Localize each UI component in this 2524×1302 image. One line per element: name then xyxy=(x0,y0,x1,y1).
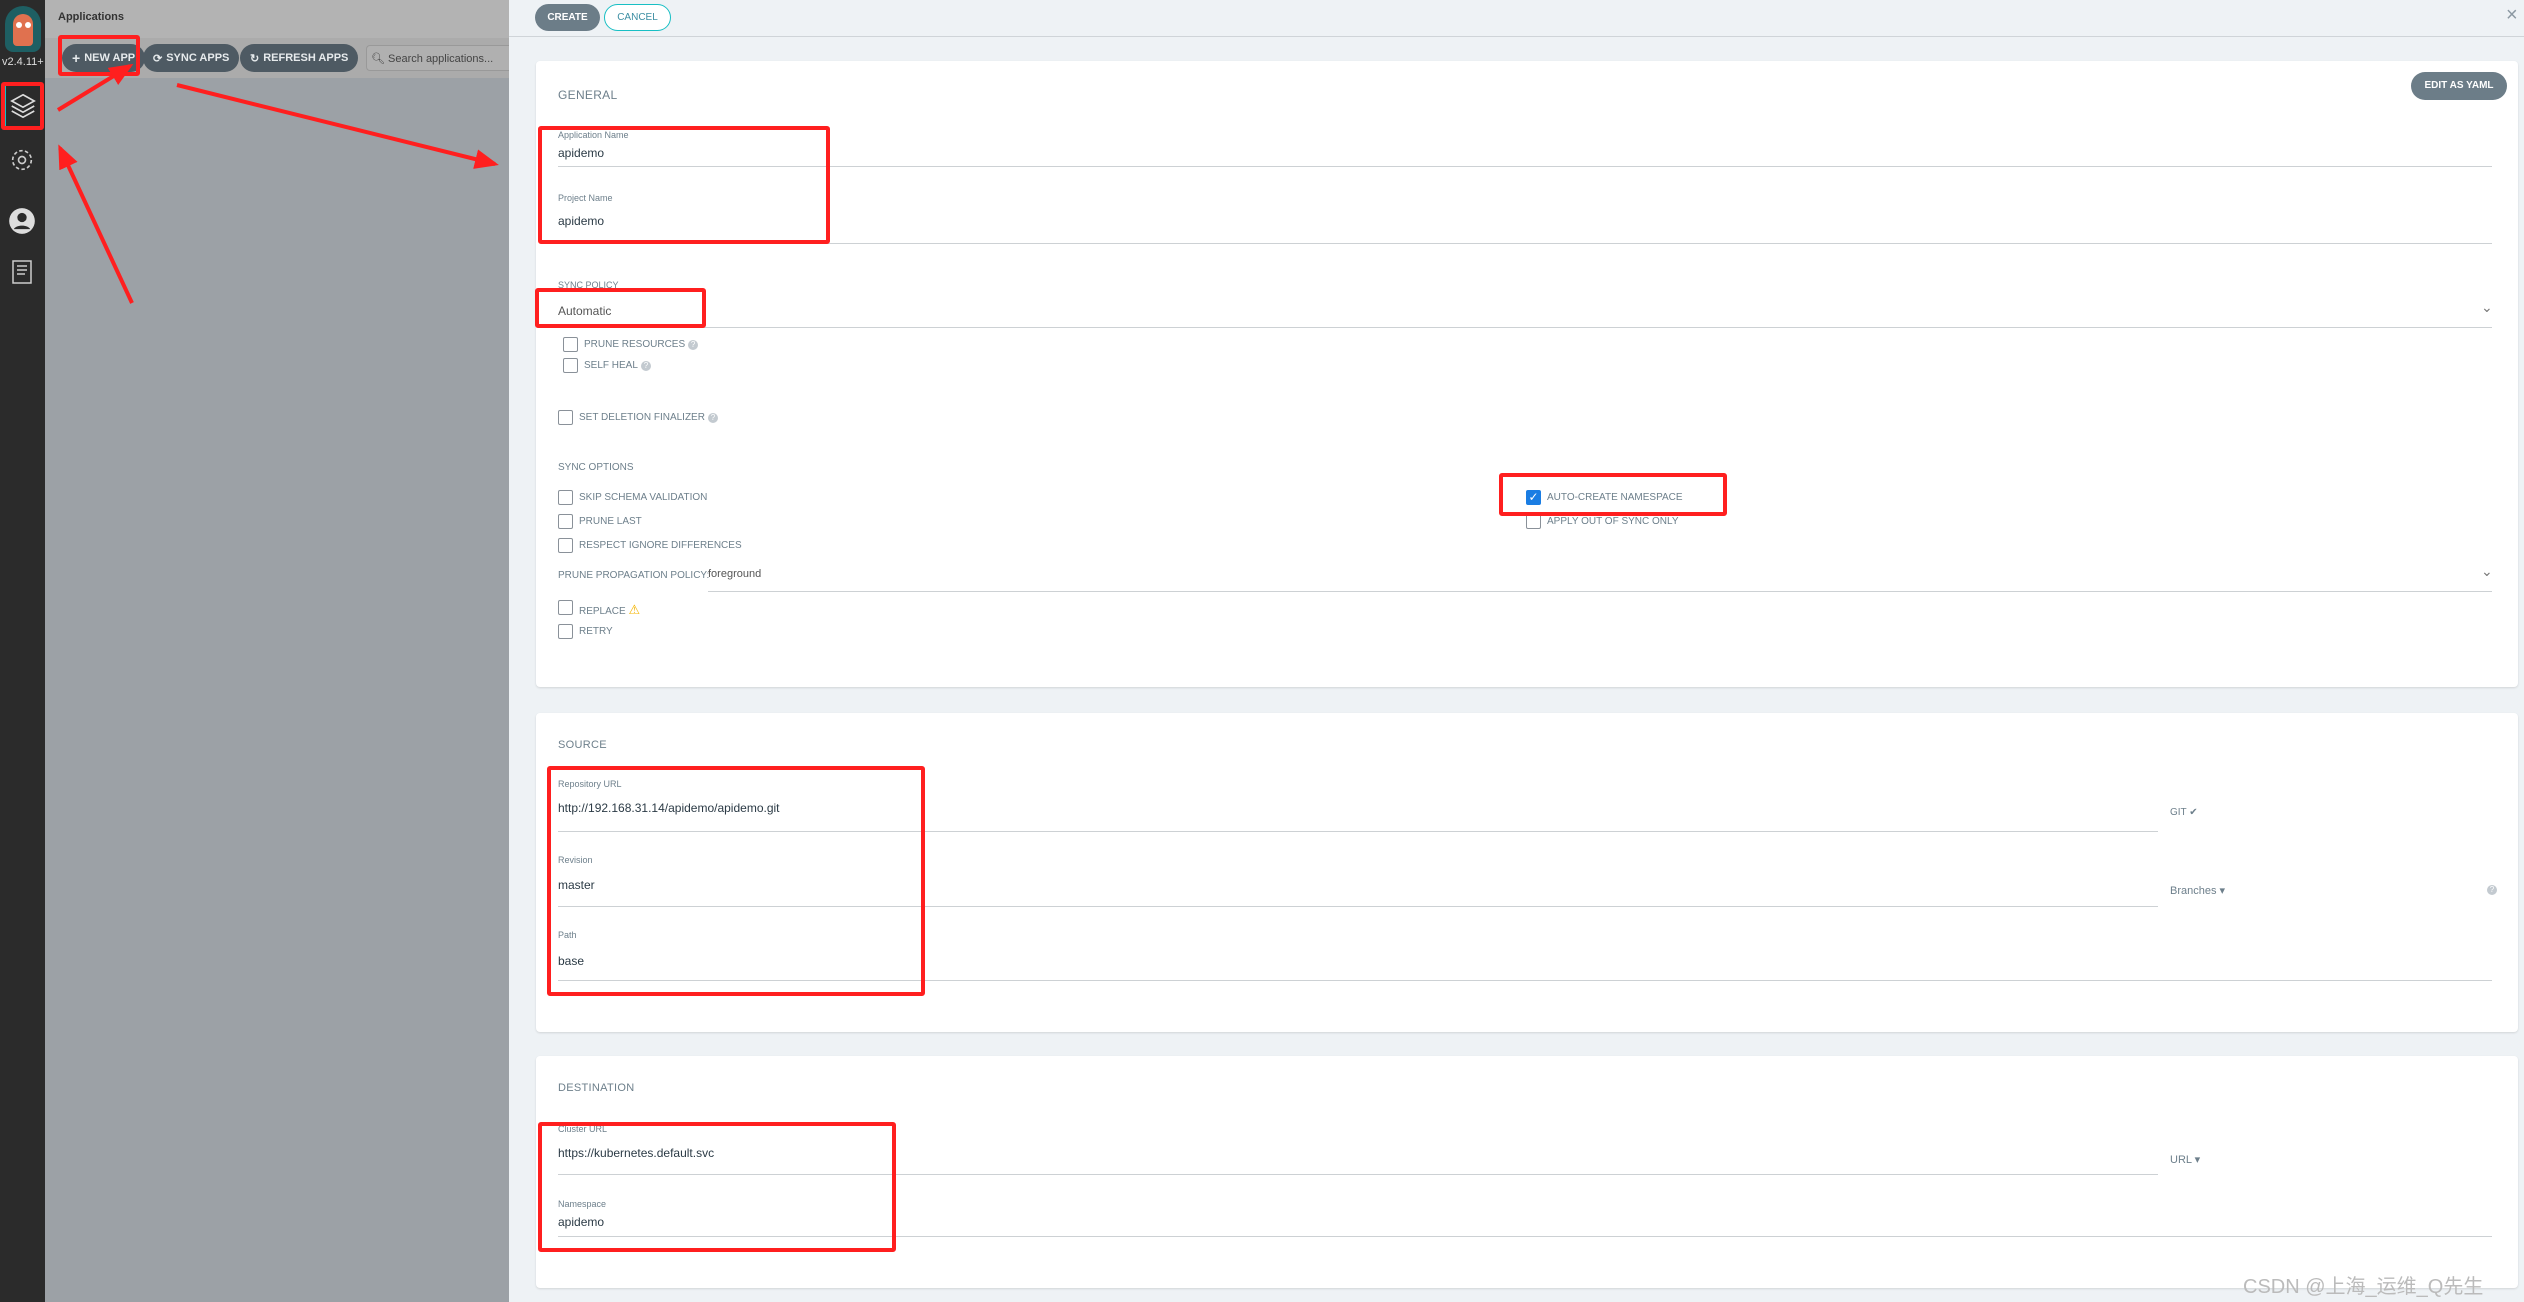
apply-out-of-sync-checkbox[interactable] xyxy=(1526,514,1541,529)
caret-down-icon: ▾ xyxy=(2219,885,2226,897)
annotation-arrows xyxy=(56,63,499,304)
help-icon[interactable]: ? xyxy=(2487,885,2497,895)
replace-checkbox[interactable] xyxy=(558,600,573,615)
project-name-input[interactable]: apidemo xyxy=(558,214,2492,228)
annotation-box-sync-policy xyxy=(535,288,706,328)
annotation-box-general xyxy=(538,126,830,244)
arrow-to-sidebar xyxy=(58,144,134,304)
annotation-box-source xyxy=(547,766,925,996)
watermark: CSDN @上海_运维_Q先生 xyxy=(2243,1276,2484,1298)
destination-title: DESTINATION xyxy=(558,1082,635,1094)
repo-type-select[interactable]: GIT ✔ xyxy=(2170,807,2198,818)
create-button[interactable]: CREATE xyxy=(535,4,600,31)
help-icon: ? xyxy=(640,361,651,371)
app-name-input[interactable]: apidemo xyxy=(558,146,2492,160)
arrow-to-panel xyxy=(176,83,499,169)
replace-label: REPLACE ⚠ xyxy=(579,602,641,617)
caret-down-icon: ▾ xyxy=(2194,1154,2201,1166)
check-icon: ✔ xyxy=(2189,807,2198,818)
deletion-finalizer-label: SET DELETION FINALIZER? xyxy=(579,412,718,423)
revision-type-select[interactable]: Branches ▾ xyxy=(2170,884,2225,897)
annotation-box-auto-create xyxy=(1499,473,1727,516)
sync-options-title: SYNC OPTIONS xyxy=(558,462,634,473)
skip-schema-checkbox[interactable] xyxy=(558,490,573,505)
self-heal-label: SELF HEAL? xyxy=(584,360,651,371)
arrow-to-new-app xyxy=(56,63,134,112)
prune-propagation-underline xyxy=(708,591,2492,592)
skip-schema-label: SKIP SCHEMA VALIDATION xyxy=(579,492,708,503)
help-icon: ? xyxy=(707,413,718,423)
sync-policy-chevron-icon[interactable]: ⌄ xyxy=(2481,299,2493,316)
help-icon: ? xyxy=(688,340,699,350)
prune-last-label: PRUNE LAST xyxy=(579,516,642,527)
annotation-box-destination xyxy=(538,1122,896,1252)
close-icon[interactable]: × xyxy=(2506,4,2518,27)
deletion-finalizer-checkbox[interactable] xyxy=(558,410,573,425)
retry-checkbox[interactable] xyxy=(558,624,573,639)
prune-propagation-chevron-icon[interactable]: ⌄ xyxy=(2481,563,2493,580)
prune-resources-label: PRUNE RESOURCES? xyxy=(584,339,699,350)
cluster-type-select[interactable]: URL ▾ xyxy=(2170,1153,2200,1166)
apply-out-of-sync-label: APPLY OUT OF SYNC ONLY xyxy=(1547,516,1679,527)
general-title: GENERAL xyxy=(558,88,618,102)
prune-propagation-select[interactable]: foreground xyxy=(708,568,761,580)
panel-header xyxy=(509,0,2524,37)
prune-resources-checkbox[interactable] xyxy=(563,337,578,352)
sync-policy-underline xyxy=(558,327,2492,328)
respect-ignore-checkbox[interactable] xyxy=(558,538,573,553)
retry-label: RETRY xyxy=(579,626,613,637)
edit-as-yaml-button[interactable]: EDIT AS YAML xyxy=(2411,72,2507,100)
warning-icon: ⚠ xyxy=(628,602,641,617)
prune-propagation-label: PRUNE PROPAGATION POLICY: xyxy=(558,570,710,581)
source-title: SOURCE xyxy=(558,739,607,751)
project-name-underline xyxy=(558,243,2492,244)
respect-ignore-label: RESPECT IGNORE DIFFERENCES xyxy=(579,540,742,551)
prune-last-checkbox[interactable] xyxy=(558,514,573,529)
app-name-underline xyxy=(558,166,2492,167)
self-heal-checkbox[interactable] xyxy=(563,358,578,373)
cancel-button[interactable]: CANCEL xyxy=(604,4,671,31)
